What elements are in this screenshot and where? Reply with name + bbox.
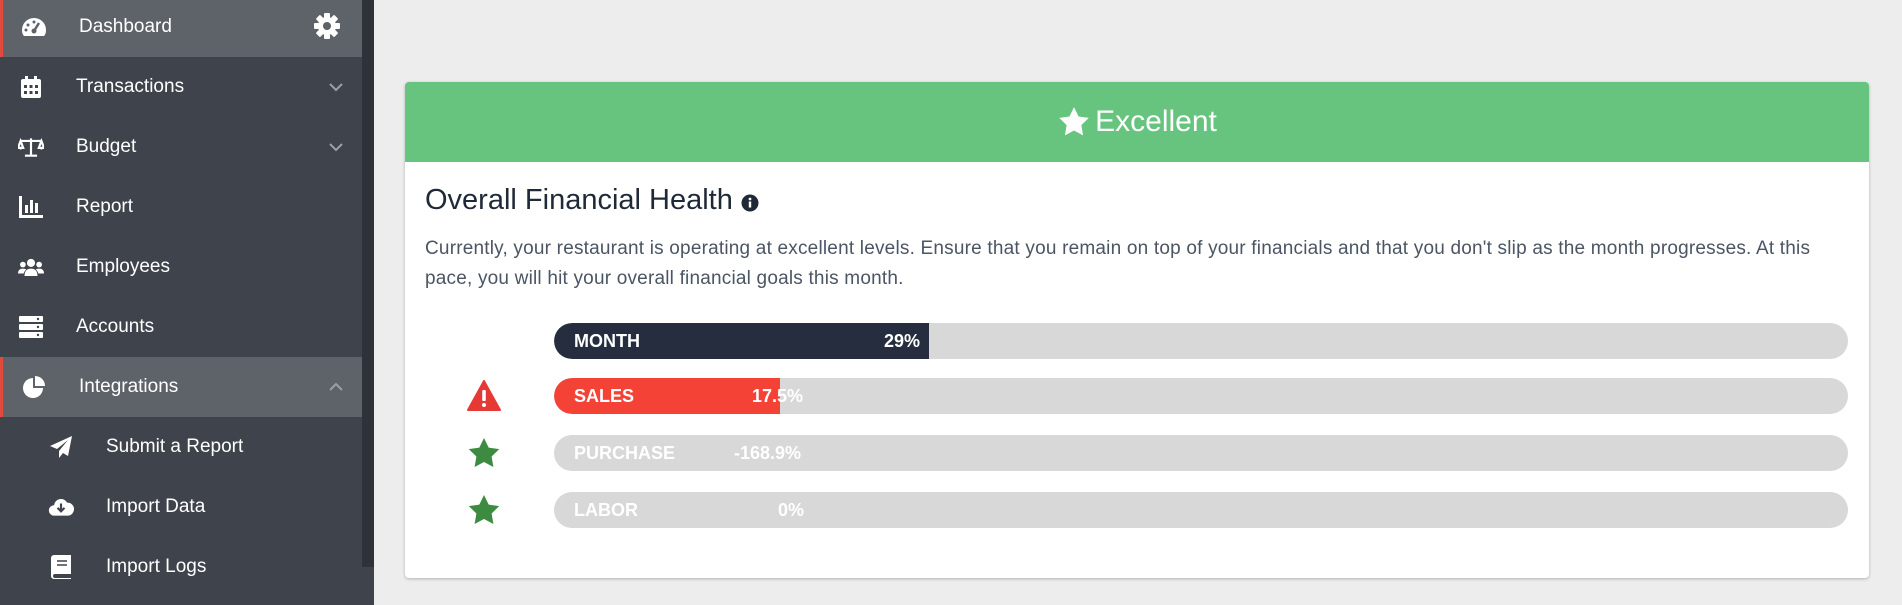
sidebar-item-label: Report	[76, 196, 134, 217]
server-icon	[18, 315, 44, 339]
sidebar: Dashboard Transactions Budget Report Emp…	[0, 0, 374, 605]
star-icon	[468, 495, 500, 524]
progress-row-purchase: PURCHASE -168.9%	[405, 435, 1869, 471]
gear-icon[interactable]	[312, 11, 342, 41]
sidebar-item-label: Dashboard	[79, 16, 172, 37]
sidebar-item-dashboard[interactable]: Dashboard	[0, 0, 362, 57]
financial-health-card: Excellent Overall Financial Health Curre…	[405, 82, 1869, 578]
sidebar-item-budget[interactable]: Budget	[0, 117, 362, 177]
status-label: Excellent	[1095, 105, 1217, 138]
sidebar-item-transactions[interactable]: Transactions	[0, 57, 362, 117]
sidebar-item-accounts[interactable]: Accounts	[0, 297, 362, 357]
status-banner: Excellent	[405, 82, 1869, 162]
progress-row-month: MONTH 29%	[405, 323, 1869, 359]
sidebar-item-label: Employees	[76, 256, 170, 277]
progress-value: -168.9%	[734, 443, 802, 463]
pie-chart-icon	[21, 375, 47, 399]
warning-icon	[467, 380, 501, 411]
sidebar-subitem-import-logs[interactable]: Import Logs	[0, 537, 362, 597]
chevron-down-icon	[328, 79, 344, 95]
calendar-icon	[18, 75, 44, 99]
bar-chart-icon	[18, 195, 44, 219]
progress-label: LABOR	[574, 500, 638, 520]
page-title: Overall Financial Health	[425, 184, 759, 217]
sidebar-scrollbar[interactable]	[362, 0, 374, 567]
book-icon	[48, 555, 74, 579]
sidebar-item-label: Budget	[76, 136, 137, 157]
progress-value: 17.5%	[752, 386, 804, 406]
balance-scale-icon	[18, 135, 44, 159]
sidebar-subitem-submit-report[interactable]: Submit a Report	[0, 417, 362, 477]
health-description: Currently, your restaurant is operating …	[425, 238, 1811, 289]
sidebar-subitem-import-data[interactable]: Import Data	[0, 477, 362, 537]
chevron-down-icon	[328, 139, 344, 155]
progress-value: 29%	[884, 331, 921, 351]
dashboard-gauge-icon	[21, 15, 47, 39]
progress-row-sales: SALES 17.5%	[405, 378, 1869, 414]
chevron-up-icon	[328, 379, 344, 395]
sidebar-item-label: Integrations	[79, 376, 179, 397]
progress-track: SALES 17.5%	[554, 378, 1848, 414]
progress-label: PURCHASE	[574, 443, 676, 463]
info-icon[interactable]	[741, 194, 759, 212]
star-icon	[468, 438, 500, 467]
cloud-download-icon	[48, 495, 74, 519]
sidebar-item-label: Import Logs	[106, 556, 207, 577]
sidebar-item-report[interactable]: Report	[0, 177, 362, 237]
progress-label: SALES	[574, 386, 635, 406]
progress-row-labor: LABOR 0%	[405, 492, 1869, 528]
progress-track: PURCHASE -168.9%	[554, 435, 1848, 471]
progress-label: MONTH	[574, 331, 640, 351]
paper-plane-icon	[48, 435, 74, 459]
sidebar-item-employees[interactable]: Employees	[0, 237, 362, 297]
sidebar-item-label: Import Data	[106, 496, 206, 517]
sidebar-item-label: Transactions	[76, 76, 185, 97]
sidebar-item-label: Submit a Report	[106, 436, 244, 457]
health-title: Overall Financial Health	[425, 184, 733, 216]
progress-track: LABOR 0%	[554, 492, 1848, 528]
progress-value: 0%	[778, 500, 805, 520]
star-icon	[1059, 107, 1089, 136]
sidebar-item-integrations[interactable]: Integrations	[0, 357, 362, 417]
users-icon	[18, 255, 44, 279]
sidebar-item-label: Accounts	[76, 316, 155, 337]
progress-track: MONTH 29%	[554, 323, 1848, 359]
